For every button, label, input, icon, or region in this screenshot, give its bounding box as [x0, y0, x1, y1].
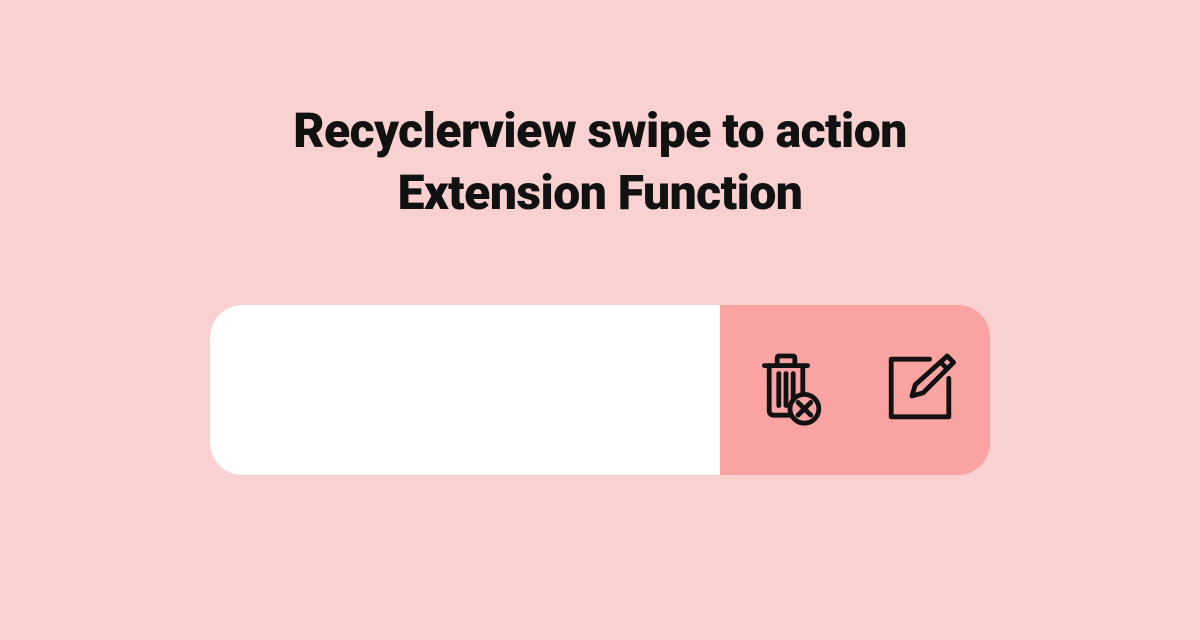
swipe-actions-panel: [720, 305, 990, 475]
delete-button[interactable]: [745, 345, 835, 435]
page-title: Recyclerview swipe to action Extension F…: [293, 100, 907, 225]
title-line1: Recyclerview swipe to action: [293, 102, 907, 159]
list-item-content[interactable]: [210, 305, 720, 475]
title-line2: Extension Function: [398, 164, 803, 221]
edit-icon: [880, 348, 960, 432]
page-container: Recyclerview swipe to action Extension F…: [0, 0, 1200, 640]
edit-button[interactable]: [875, 345, 965, 435]
trash-delete-icon: [750, 348, 830, 432]
swipe-list-item[interactable]: [210, 305, 990, 475]
